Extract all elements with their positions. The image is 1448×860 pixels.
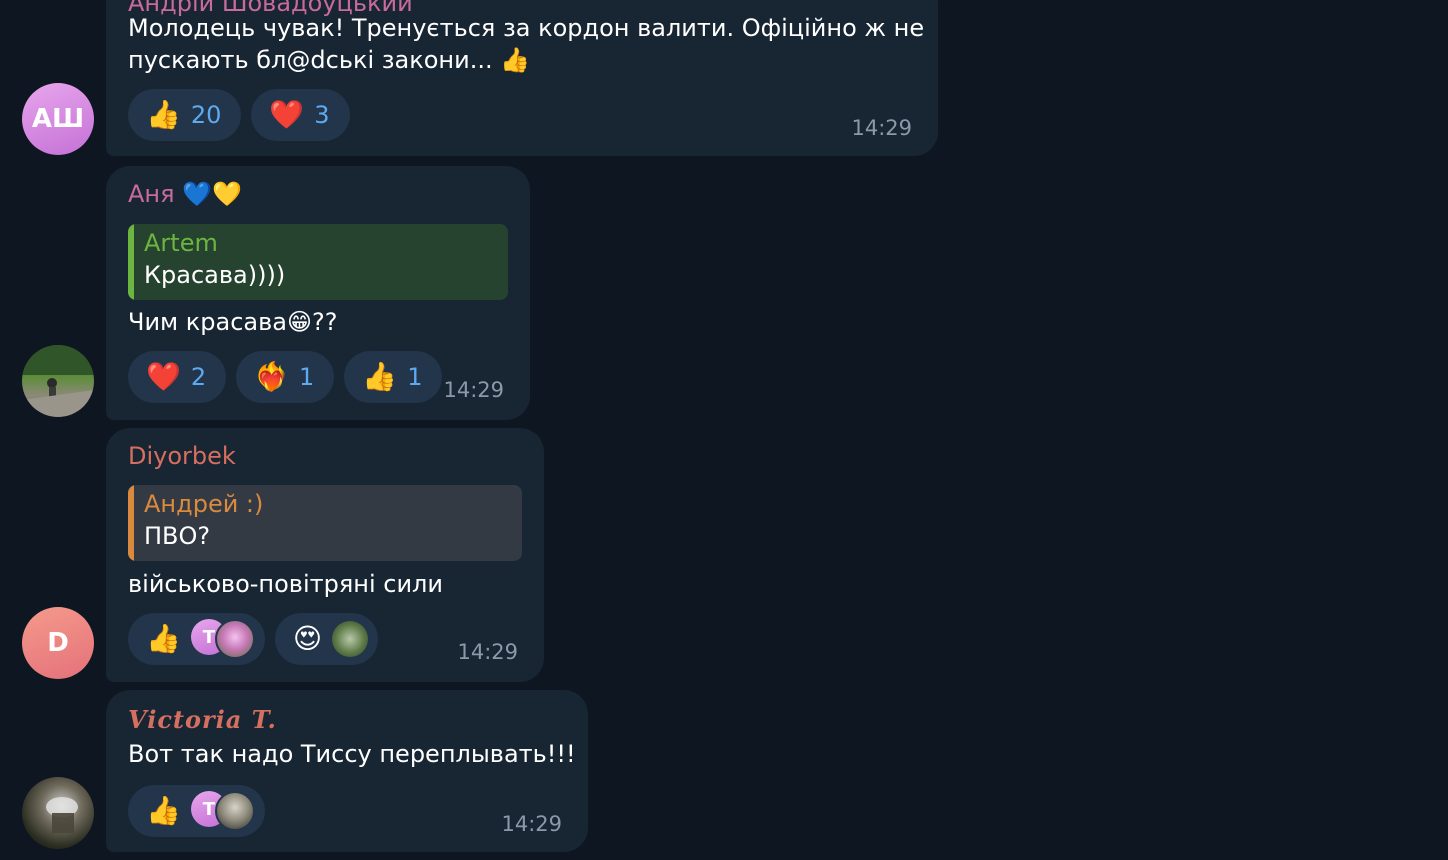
reaction-thumbs-up[interactable]: 👍 T <box>128 613 265 665</box>
reactor-avatar-photo <box>332 621 369 657</box>
quote-text: Красава)))) <box>144 261 286 289</box>
message-text: військово-повітряні сили <box>128 570 443 598</box>
quote-sender: Artem <box>144 229 218 257</box>
avatar-initials: АШ <box>31 104 85 134</box>
message-text: Чим красава😁?? <box>128 308 338 336</box>
reactor-initial: T <box>202 798 216 820</box>
avatar[interactable]: АШ <box>22 83 94 155</box>
reactor-avatar-photo <box>214 619 255 659</box>
reactions-row: 👍 T <box>128 785 265 837</box>
avatar-photo-image <box>46 797 78 833</box>
thumbs-up-icon: 👍 <box>362 360 398 393</box>
reactor-avatar-photo <box>214 791 255 831</box>
reaction-count: 20 <box>190 101 222 129</box>
reactor-initial: T <box>202 626 216 648</box>
reaction-heart-on-fire[interactable]: ❤️‍🔥 1 <box>236 351 335 403</box>
reaction-heart-eyes[interactable]: 😍 <box>274 613 379 665</box>
reaction-heart[interactable]: ❤️ 2 <box>128 351 227 403</box>
reactions-row: ❤️ 2 ❤️‍🔥 1 👍 1 <box>128 351 443 403</box>
sender-name[interactable]: Victoria T. <box>128 705 277 735</box>
message-time: 14:29 <box>501 812 562 836</box>
heart-icon: ❤️ <box>146 360 181 393</box>
heart-eyes-icon: 😍 <box>292 622 323 655</box>
message-bubble[interactable]: Victoria T. Вот так надо Тиссу переплыва… <box>106 690 588 852</box>
avatar-photo[interactable] <box>22 345 94 417</box>
reaction-count: 1 <box>407 363 423 391</box>
heart-on-fire-icon: ❤️‍🔥 <box>254 360 290 393</box>
thumbs-up-icon: 👍 <box>146 794 181 827</box>
avatar-initials: D <box>47 628 69 658</box>
reactions-row: 👍 T 😍 <box>128 613 379 665</box>
quote-bar <box>128 485 134 561</box>
message-time: 14:29 <box>443 378 504 402</box>
reply-quote[interactable]: Андрей :) ПВО? <box>128 485 522 561</box>
sender-name[interactable]: Diyorbek <box>128 441 236 471</box>
sender-name[interactable]: Аня 💙💛 <box>128 179 242 209</box>
reactions-row: 👍 20 ❤️ 3 <box>128 89 350 141</box>
reaction-count: 2 <box>190 363 207 391</box>
message-bubble[interactable]: Diyorbek Андрей :) ПВО? військово-повітр… <box>106 428 544 682</box>
thumbs-up-icon: 👍 <box>146 622 181 655</box>
avatar[interactable]: D <box>22 607 94 679</box>
reaction-count: 1 <box>299 363 315 391</box>
reply-quote[interactable]: Artem Красава)))) <box>128 224 508 300</box>
thumbs-up-icon: 👍 <box>146 98 181 131</box>
quote-text: ПВО? <box>144 522 211 550</box>
reactor-avatars: T <box>190 791 255 831</box>
message-bubble[interactable]: Аня 💙💛 Artem Красава)))) Чим красава😁?? … <box>106 166 530 420</box>
message-text: Вот так надо Тиссу переплывать!!! <box>128 740 576 768</box>
message-text: пускають бл@dські закони... 👍 <box>128 46 531 74</box>
message-bubble[interactable]: Андрій Шовадоуцький Молодець чувак! Трен… <box>106 0 938 156</box>
avatar-photo[interactable] <box>22 777 94 849</box>
heart-icon: ❤️ <box>269 98 305 131</box>
quote-sender: Андрей :) <box>144 490 264 518</box>
reaction-heart[interactable]: ❤️ 3 <box>251 89 350 141</box>
avatar-photo-image <box>22 345 94 417</box>
reaction-count: 3 <box>314 101 330 129</box>
quote-bar <box>128 224 134 300</box>
reaction-thumbs-up[interactable]: 👍 1 <box>344 351 443 403</box>
reactor-avatars: T <box>190 619 255 659</box>
message-time: 14:29 <box>851 116 912 140</box>
message-time: 14:29 <box>457 640 518 664</box>
reaction-thumbs-up[interactable]: 👍 20 <box>128 89 242 141</box>
message-text: Молодець чувак! Тренується за кордон вал… <box>128 14 925 42</box>
reaction-thumbs-up[interactable]: 👍 T <box>128 785 265 837</box>
